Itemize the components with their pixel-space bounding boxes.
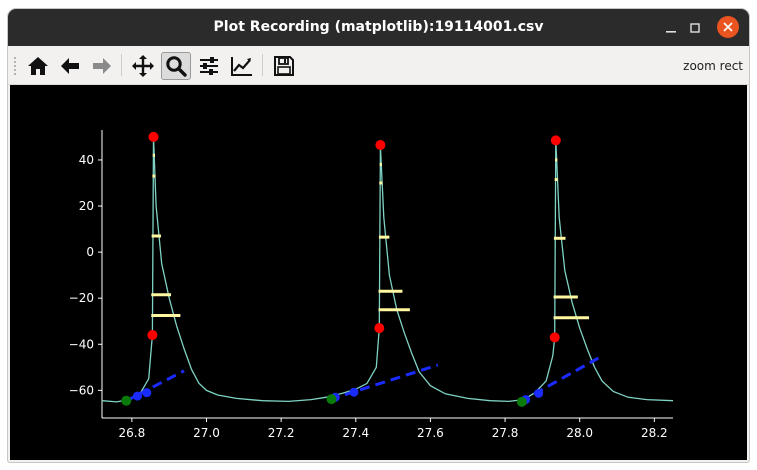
x-tick-label: 27.4 bbox=[342, 426, 369, 440]
y-tick-label: −40 bbox=[69, 337, 94, 351]
y-tick-label: 40 bbox=[79, 153, 94, 167]
fit-point bbox=[534, 388, 544, 398]
spike-peak-point bbox=[148, 131, 159, 142]
plot-area[interactable]: 40 20 0 −20 −40 −60 26.8 27.0 27.2 27.4 27.6 27.8 28… bbox=[10, 85, 747, 460]
edit-axis-button[interactable] bbox=[227, 52, 257, 80]
zoom-magnifier-icon bbox=[166, 56, 187, 77]
fit-point bbox=[349, 387, 359, 397]
zoom-button[interactable] bbox=[161, 52, 191, 80]
fit-point bbox=[142, 388, 152, 398]
x-tick-label: 28.2 bbox=[641, 426, 668, 440]
save-button[interactable] bbox=[269, 52, 299, 80]
toolbar-grip[interactable] bbox=[13, 56, 17, 76]
edit-axis-icon bbox=[231, 57, 252, 76]
spike-peak-point bbox=[375, 139, 386, 150]
x-tick-label: 26.8 bbox=[118, 426, 145, 440]
voltage-trace bbox=[101, 136, 674, 403]
figure-canvas[interactable]: 40 20 0 −20 −40 −60 26.8 27.0 27.2 27.4 27.6 27.8 28… bbox=[10, 85, 747, 460]
fit-point bbox=[132, 391, 142, 401]
pan-move-icon bbox=[132, 55, 154, 77]
forward-button[interactable] bbox=[87, 52, 117, 80]
spike-threshold-point bbox=[549, 332, 560, 343]
toolbar-mode-label: zoom rect bbox=[683, 59, 743, 73]
x-tick-label: 27.8 bbox=[492, 426, 519, 440]
home-icon bbox=[28, 57, 48, 75]
x-tick-label: 28.0 bbox=[566, 426, 593, 440]
minimize-icon bbox=[665, 30, 676, 33]
navigation-toolbar: zoom rect bbox=[8, 46, 749, 85]
baseline-point bbox=[121, 395, 132, 406]
y-tick-label: 0 bbox=[86, 245, 94, 259]
save-figure-icon bbox=[274, 56, 294, 76]
back-arrow-icon bbox=[61, 58, 79, 74]
spike-threshold-point bbox=[147, 330, 158, 341]
y-tick-label: −60 bbox=[69, 383, 94, 397]
toolbar-separator bbox=[262, 54, 263, 76]
close-button[interactable] bbox=[717, 16, 739, 38]
back-button[interactable] bbox=[55, 52, 85, 80]
maximize-button[interactable] bbox=[683, 16, 706, 39]
spike-threshold-point bbox=[374, 323, 385, 334]
close-icon bbox=[723, 22, 733, 32]
x-tick-label: 27.0 bbox=[193, 426, 220, 440]
maximize-icon bbox=[689, 22, 700, 33]
configure-subplots-icon bbox=[200, 57, 218, 75]
app-window: Plot Recording (matplotlib):19114001.csv bbox=[8, 9, 749, 462]
home-button[interactable] bbox=[23, 52, 53, 80]
toolbar-separator bbox=[121, 54, 122, 76]
x-tick-label: 27.2 bbox=[268, 426, 295, 440]
pan-button[interactable] bbox=[128, 52, 158, 80]
y-tick-label: −20 bbox=[69, 291, 94, 305]
fit-line bbox=[329, 363, 439, 401]
configure-subplots-button[interactable] bbox=[194, 52, 224, 80]
x-tick-label: 27.6 bbox=[417, 426, 444, 440]
forward-arrow-icon bbox=[93, 58, 111, 74]
window-title: Plot Recording (matplotlib):19114001.csv bbox=[213, 19, 544, 35]
spike-peak-point bbox=[550, 135, 561, 146]
baseline-point bbox=[326, 394, 337, 405]
baseline-point bbox=[516, 396, 527, 407]
y-tick-label: 20 bbox=[79, 199, 94, 213]
title-bar[interactable]: Plot Recording (matplotlib):19114001.csv bbox=[8, 9, 749, 46]
minimize-button[interactable] bbox=[659, 16, 682, 39]
